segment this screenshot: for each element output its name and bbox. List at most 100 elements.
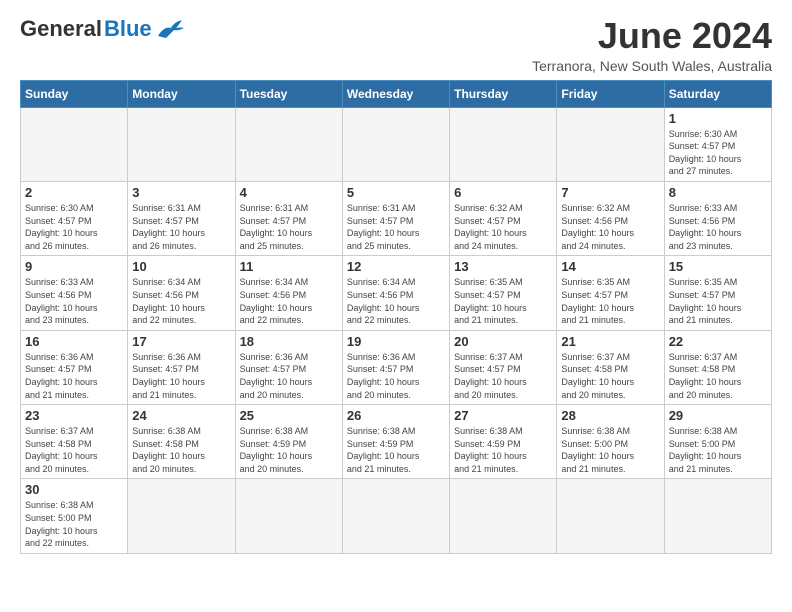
calendar-cell xyxy=(450,479,557,553)
day-number: 3 xyxy=(132,185,230,200)
day-number: 5 xyxy=(347,185,445,200)
calendar-cell: 15Sunrise: 6:35 AM Sunset: 4:57 PM Dayli… xyxy=(664,256,771,330)
day-info: Sunrise: 6:36 AM Sunset: 4:57 PM Dayligh… xyxy=(132,351,230,401)
calendar-cell xyxy=(235,107,342,181)
day-number: 29 xyxy=(669,408,767,423)
day-info: Sunrise: 6:37 AM Sunset: 4:58 PM Dayligh… xyxy=(669,351,767,401)
day-number: 10 xyxy=(132,259,230,274)
calendar-cell: 22Sunrise: 6:37 AM Sunset: 4:58 PM Dayli… xyxy=(664,330,771,404)
calendar-cell: 12 Sunrise: 6:34 AM Sunset: 4:56 PM Dayli… xyxy=(342,256,449,330)
day-info: Sunrise: 6:38 AM Sunset: 4:59 PM Dayligh… xyxy=(347,425,445,475)
day-number: 6 xyxy=(454,185,552,200)
day-number: 1 xyxy=(669,111,767,126)
calendar-week-row: 30 Sunrise: 6:38 AM Sunset: 5:00 PM Dayli… xyxy=(21,479,772,553)
calendar-cell: 20 Sunrise: 6:37 AM Sunset: 4:57 PM Dayli… xyxy=(450,330,557,404)
logo-general-text: General xyxy=(20,16,102,42)
day-number: 16 xyxy=(25,334,123,349)
calendar-cell xyxy=(557,479,664,553)
day-number: 27 xyxy=(454,408,552,423)
day-number: 20 xyxy=(454,334,552,349)
day-info: Sunrise: 6:36 AM Sunset: 4:57 PM Dayligh… xyxy=(25,351,123,401)
day-number: 15 xyxy=(669,259,767,274)
calendar-header-row: SundayMondayTuesdayWednesdayThursdayFrid… xyxy=(21,80,772,107)
day-info: Sunrise: 6:36 AM Sunset: 4:57 PM Dayligh… xyxy=(347,351,445,401)
calendar-cell: 24 Sunrise: 6:38 AM Sunset: 4:58 PM Dayli… xyxy=(128,405,235,479)
day-number: 21 xyxy=(561,334,659,349)
calendar-cell: 30 Sunrise: 6:38 AM Sunset: 5:00 PM Dayli… xyxy=(21,479,128,553)
day-number: 14 xyxy=(561,259,659,274)
day-info: Sunrise: 6:37 AM Sunset: 4:58 PM Dayligh… xyxy=(561,351,659,401)
calendar-cell xyxy=(128,479,235,553)
day-info: Sunrise: 6:34 AM Sunset: 4:56 PM Dayligh… xyxy=(132,276,230,326)
calendar-week-row: 16 Sunrise: 6:36 AM Sunset: 4:57 PM Dayli… xyxy=(21,330,772,404)
day-info: Sunrise: 6:34 AM Sunset: 4:56 PM Dayligh… xyxy=(240,276,338,326)
calendar-cell: 6Sunrise: 6:32 AM Sunset: 4:57 PM Daylig… xyxy=(450,181,557,255)
calendar-table: SundayMondayTuesdayWednesdayThursdayFrid… xyxy=(20,80,772,554)
day-info: Sunrise: 6:33 AM Sunset: 4:56 PM Dayligh… xyxy=(25,276,123,326)
day-info: Sunrise: 6:31 AM Sunset: 4:57 PM Dayligh… xyxy=(347,202,445,252)
calendar-cell: 26 Sunrise: 6:38 AM Sunset: 4:59 PM Dayli… xyxy=(342,405,449,479)
calendar-cell xyxy=(450,107,557,181)
calendar-cell xyxy=(342,107,449,181)
day-info: Sunrise: 6:30 AM Sunset: 4:57 PM Dayligh… xyxy=(25,202,123,252)
calendar-cell: 8 Sunrise: 6:33 AM Sunset: 4:56 PM Daylig… xyxy=(664,181,771,255)
calendar-week-row: 1Sunrise: 6:30 AM Sunset: 4:57 PM Daylig… xyxy=(21,107,772,181)
calendar-cell: 27Sunrise: 6:38 AM Sunset: 4:59 PM Dayli… xyxy=(450,405,557,479)
calendar-cell: 25 Sunrise: 6:38 AM Sunset: 4:59 PM Dayli… xyxy=(235,405,342,479)
calendar-cell: 17Sunrise: 6:36 AM Sunset: 4:57 PM Dayli… xyxy=(128,330,235,404)
calendar-cell: 10 Sunrise: 6:34 AM Sunset: 4:56 PM Dayli… xyxy=(128,256,235,330)
day-info: Sunrise: 6:37 AM Sunset: 4:57 PM Dayligh… xyxy=(454,351,552,401)
weekday-header-tuesday: Tuesday xyxy=(235,80,342,107)
calendar-cell: 5 Sunrise: 6:31 AM Sunset: 4:57 PM Daylig… xyxy=(342,181,449,255)
weekday-header-thursday: Thursday xyxy=(450,80,557,107)
calendar-cell: 2 Sunrise: 6:30 AM Sunset: 4:57 PM Daylig… xyxy=(21,181,128,255)
day-info: Sunrise: 6:38 AM Sunset: 5:00 PM Dayligh… xyxy=(25,499,123,549)
calendar-cell: 1Sunrise: 6:30 AM Sunset: 4:57 PM Daylig… xyxy=(664,107,771,181)
day-info: Sunrise: 6:38 AM Sunset: 5:00 PM Dayligh… xyxy=(561,425,659,475)
day-number: 28 xyxy=(561,408,659,423)
calendar-cell: 21 Sunrise: 6:37 AM Sunset: 4:58 PM Dayli… xyxy=(557,330,664,404)
day-number: 30 xyxy=(25,482,123,497)
day-info: Sunrise: 6:35 AM Sunset: 4:57 PM Dayligh… xyxy=(454,276,552,326)
day-number: 23 xyxy=(25,408,123,423)
weekday-header-monday: Monday xyxy=(128,80,235,107)
calendar-cell xyxy=(21,107,128,181)
calendar-cell xyxy=(664,479,771,553)
day-info: Sunrise: 6:38 AM Sunset: 4:59 PM Dayligh… xyxy=(240,425,338,475)
calendar-cell xyxy=(342,479,449,553)
day-number: 18 xyxy=(240,334,338,349)
day-number: 25 xyxy=(240,408,338,423)
day-number: 26 xyxy=(347,408,445,423)
calendar-cell xyxy=(128,107,235,181)
day-number: 2 xyxy=(25,185,123,200)
calendar-cell: 7Sunrise: 6:32 AM Sunset: 4:56 PM Daylig… xyxy=(557,181,664,255)
calendar-cell xyxy=(235,479,342,553)
day-number: 4 xyxy=(240,185,338,200)
day-info: Sunrise: 6:37 AM Sunset: 4:58 PM Dayligh… xyxy=(25,425,123,475)
calendar-cell: 16 Sunrise: 6:36 AM Sunset: 4:57 PM Dayli… xyxy=(21,330,128,404)
day-number: 12 xyxy=(347,259,445,274)
weekday-header-friday: Friday xyxy=(557,80,664,107)
calendar-cell: 28 Sunrise: 6:38 AM Sunset: 5:00 PM Dayli… xyxy=(557,405,664,479)
logo-bird-icon xyxy=(156,18,186,40)
calendar-cell: 11Sunrise: 6:34 AM Sunset: 4:56 PM Dayli… xyxy=(235,256,342,330)
calendar-week-row: 2 Sunrise: 6:30 AM Sunset: 4:57 PM Daylig… xyxy=(21,181,772,255)
day-number: 13 xyxy=(454,259,552,274)
day-number: 8 xyxy=(669,185,767,200)
day-info: Sunrise: 6:34 AM Sunset: 4:56 PM Dayligh… xyxy=(347,276,445,326)
day-info: Sunrise: 6:38 AM Sunset: 4:58 PM Dayligh… xyxy=(132,425,230,475)
title-area: June 2024 Terranora, New South Wales, Au… xyxy=(532,16,772,74)
calendar-cell: 9Sunrise: 6:33 AM Sunset: 4:56 PM Daylig… xyxy=(21,256,128,330)
day-info: Sunrise: 6:33 AM Sunset: 4:56 PM Dayligh… xyxy=(669,202,767,252)
calendar-cell: 13 Sunrise: 6:35 AM Sunset: 4:57 PM Dayli… xyxy=(450,256,557,330)
month-title: June 2024 xyxy=(532,16,772,56)
day-info: Sunrise: 6:31 AM Sunset: 4:57 PM Dayligh… xyxy=(240,202,338,252)
weekday-header-wednesday: Wednesday xyxy=(342,80,449,107)
calendar-cell: 18Sunrise: 6:36 AM Sunset: 4:57 PM Dayli… xyxy=(235,330,342,404)
day-number: 24 xyxy=(132,408,230,423)
calendar-cell xyxy=(557,107,664,181)
calendar-week-row: 23 Sunrise: 6:37 AM Sunset: 4:58 PM Dayli… xyxy=(21,405,772,479)
page-header: General Blue June 2024 Terranora, New So… xyxy=(20,16,772,74)
calendar-cell: 29Sunrise: 6:38 AM Sunset: 5:00 PM Dayli… xyxy=(664,405,771,479)
day-info: Sunrise: 6:35 AM Sunset: 4:57 PM Dayligh… xyxy=(561,276,659,326)
